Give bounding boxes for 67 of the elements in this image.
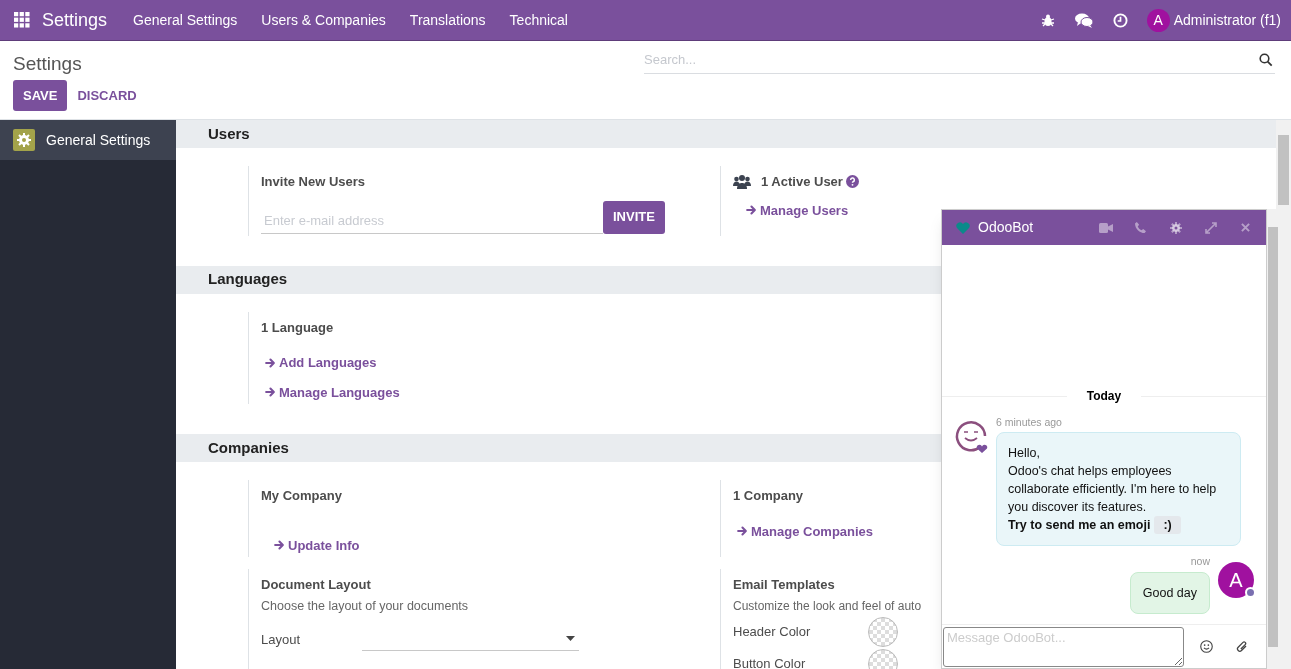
bug-icon[interactable]	[1040, 13, 1055, 27]
setting-title: 1 Active User	[761, 173, 843, 191]
app-title: Settings	[42, 8, 108, 32]
arrow-right-icon	[745, 204, 757, 217]
message-time: now	[1190, 554, 1210, 570]
menu-link[interactable]: Technical	[497, 9, 580, 31]
help-icon[interactable]	[845, 175, 859, 189]
setting-title: 1 Language	[261, 318, 334, 337]
emoji-icon[interactable]	[1200, 640, 1213, 653]
menu-link[interactable]: Translations	[397, 9, 498, 31]
setting-description: Choose the layout of your documents	[261, 597, 469, 615]
field-label: Button Color	[733, 654, 807, 669]
invite-button[interactable]: INVITE	[603, 200, 665, 234]
link[interactable]: Manage Users	[745, 200, 849, 220]
user-avatar: A	[1218, 562, 1254, 599]
page-title: Settings	[13, 52, 82, 76]
video-camera-icon[interactable]	[1099, 222, 1113, 233]
settings-icon[interactable]	[1170, 221, 1182, 234]
gear-icon	[13, 129, 35, 151]
save-button[interactable]: SAVE	[13, 80, 68, 111]
setting-title: Email Templates	[733, 576, 835, 594]
setting-title: Invite New Users	[261, 173, 366, 191]
arrow-right-icon	[273, 539, 285, 552]
smiley-bot-icon	[954, 418, 988, 453]
menu-link[interactable]: General Settings	[121, 9, 250, 31]
color-swatch[interactable]	[868, 648, 898, 669]
user-avatar[interactable]: A	[1146, 8, 1170, 32]
clock-icon[interactable]	[1112, 12, 1128, 28]
users-icon	[733, 174, 751, 190]
link[interactable]: Add Languages	[264, 353, 377, 373]
message-time: 6 minutes ago	[996, 414, 1062, 430]
search-icon	[1259, 53, 1273, 67]
message-text: Hello,	[1008, 445, 1041, 463]
emoji-code: :)	[1154, 516, 1181, 535]
link[interactable]: Manage Languages	[264, 382, 400, 402]
apps-grid-icon[interactable]	[14, 12, 30, 28]
field-label: Layout	[261, 630, 302, 649]
field-label: Header Color	[733, 622, 812, 641]
section-header: Users	[176, 120, 1276, 148]
message-text: Odoo's chat helps employees collaborate efficiently. I'm here to help you discover its features.	[1008, 463, 1218, 517]
link[interactable]: Update Info	[273, 535, 360, 555]
setting-title: 1 Company	[733, 487, 804, 505]
color-swatch[interactable]	[868, 616, 898, 647]
message-text: Try to send me an emoji	[1008, 517, 1151, 535]
caret-down-icon	[566, 636, 575, 642]
arrow-right-icon	[264, 356, 276, 369]
arrow-right-icon	[736, 525, 748, 538]
expand-icon[interactable]	[1205, 221, 1217, 234]
message-text: Good day	[1142, 585, 1197, 602]
user-name[interactable]: Administrator (f1)	[1173, 9, 1281, 31]
sidebar-item[interactable]: General Settings	[0, 120, 176, 160]
setting-title: Document Layout	[261, 576, 371, 594]
chat-bubbles-icon[interactable]	[1074, 12, 1093, 28]
arrow-right-icon	[264, 386, 276, 399]
discard-button[interactable]: DISCARD	[77, 80, 137, 111]
chat-scrollbar[interactable]	[1267, 209, 1279, 669]
setting-title: My Company	[261, 487, 342, 505]
link[interactable]: Manage Companies	[736, 521, 874, 541]
sidebar-item-label: General Settings	[46, 130, 151, 150]
paperclip-icon[interactable]	[1236, 640, 1248, 653]
menu-link[interactable]: Users & Companies	[249, 9, 398, 31]
search-field[interactable]: Search...	[644, 50, 1259, 70]
chat-title: OdooBot	[978, 218, 1035, 237]
close-icon[interactable]	[1241, 223, 1250, 232]
phone-icon[interactable]	[1135, 222, 1146, 233]
heart-icon	[956, 221, 970, 234]
setting-description: Customize the look and feel of auto	[733, 597, 922, 615]
